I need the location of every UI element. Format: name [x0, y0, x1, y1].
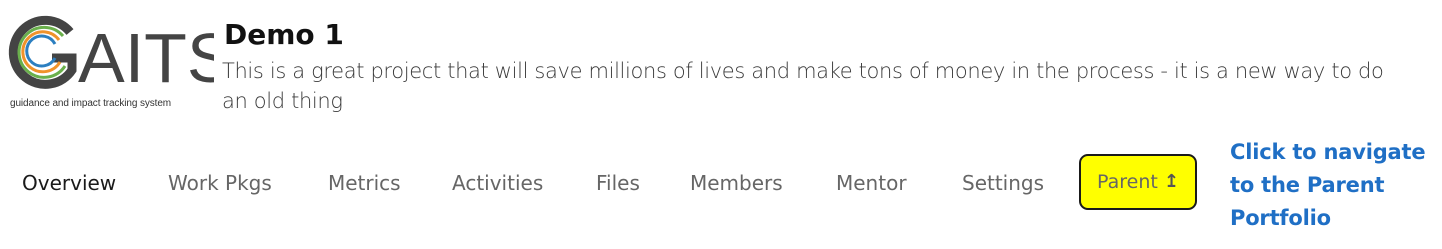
- arrow-up-icon: ↥: [1163, 171, 1179, 192]
- logo-wordmark: AITS: [78, 19, 214, 94]
- tab-overview[interactable]: Overview: [22, 168, 116, 198]
- project-title: Demo 1: [224, 18, 344, 51]
- parent-callout-annotation: Click to navigate to the Parent Portfoli…: [1230, 140, 1426, 230]
- tab-members[interactable]: Members: [690, 168, 783, 198]
- tab-settings[interactable]: Settings: [962, 168, 1044, 198]
- tab-metrics[interactable]: Metrics: [328, 168, 401, 198]
- project-description: This is a great project that will save m…: [222, 59, 1384, 113]
- tab-parent-button[interactable]: Parent ↥: [1079, 154, 1197, 210]
- gaits-logo[interactable]: AITS guidance and impact tracking system: [8, 14, 214, 114]
- tab-activities[interactable]: Activities: [452, 168, 543, 198]
- gaits-logo-mark: AITS: [8, 15, 214, 94]
- tab-parent-label: Parent: [1097, 171, 1158, 193]
- project-nav: Overview Work Pkgs Metrics Activities Fi…: [0, 152, 1215, 214]
- tab-files[interactable]: Files: [596, 168, 640, 198]
- tab-work-pkgs[interactable]: Work Pkgs: [168, 168, 272, 198]
- logo-tagline: guidance and impact tracking system: [10, 98, 172, 109]
- tab-mentor[interactable]: Mentor: [836, 168, 907, 198]
